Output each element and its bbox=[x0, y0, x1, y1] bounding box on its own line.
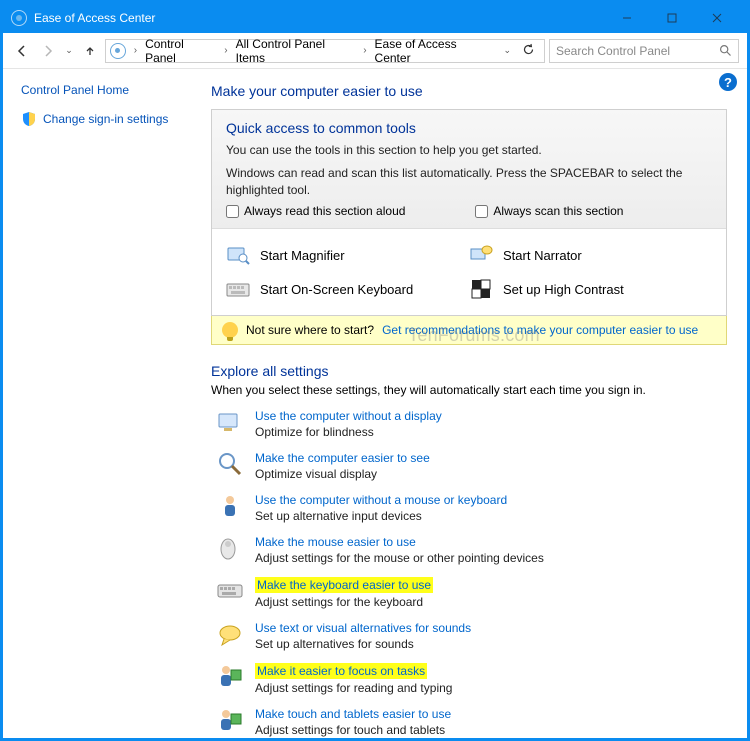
narrator-icon bbox=[469, 243, 493, 267]
nav-toolbar: ⌄ › Control Panel › All Control Panel It… bbox=[3, 33, 747, 69]
page-title: Make your computer easier to use bbox=[211, 83, 727, 99]
settings-item-link[interactable]: Make the computer easier to see bbox=[255, 451, 430, 465]
settings-item-desc: Adjust settings for the keyboard bbox=[255, 595, 433, 609]
settings-item-link[interactable]: Make it easier to focus on tasks bbox=[255, 663, 427, 679]
contrast-icon bbox=[469, 277, 493, 301]
settings-item: Use the computer without a display Optimi… bbox=[211, 407, 727, 439]
search-input[interactable]: Search Control Panel bbox=[549, 39, 739, 63]
window-title: Ease of Access Center bbox=[34, 11, 155, 25]
settings-item-link[interactable]: Use text or visual alternatives for soun… bbox=[255, 621, 471, 635]
quick-title: Quick access to common tools bbox=[226, 120, 712, 136]
chevron-right-icon: › bbox=[130, 45, 141, 56]
settings-item: Make the mouse easier to use Adjust setti… bbox=[211, 533, 727, 565]
settings-item-link[interactable]: Make the mouse easier to use bbox=[255, 535, 416, 549]
sidebar-signin-label: Change sign-in settings bbox=[43, 112, 168, 126]
lightbulb-icon bbox=[222, 322, 238, 338]
breadcrumb[interactable]: › Control Panel › All Control Panel Item… bbox=[105, 39, 545, 63]
settings-item-icon bbox=[215, 705, 245, 735]
tool-narrator-label: Start Narrator bbox=[503, 248, 582, 263]
settings-item-icon bbox=[215, 619, 245, 649]
content: Control Panel Home Change sign-in settin… bbox=[3, 69, 747, 738]
settings-item: Use the computer without a mouse or keyb… bbox=[211, 491, 727, 523]
magnifier-icon bbox=[226, 243, 250, 267]
close-button[interactable] bbox=[694, 3, 739, 33]
quick-access-box: Quick access to common tools You can use… bbox=[211, 109, 727, 316]
quick-line1: You can use the tools in this section to… bbox=[226, 142, 712, 159]
search-icon bbox=[719, 44, 732, 57]
settings-item-icon bbox=[215, 407, 245, 437]
checkbox-read-aloud[interactable] bbox=[226, 205, 239, 218]
settings-item: Make it easier to focus on tasks Adjust s… bbox=[211, 661, 727, 695]
breadcrumb-history-dropdown[interactable]: ⌄ bbox=[499, 45, 515, 56]
settings-item: Make touch and tablets easier to use Adju… bbox=[211, 705, 727, 737]
forward-button[interactable] bbox=[37, 40, 59, 62]
settings-item-desc: Optimize for blindness bbox=[255, 425, 442, 439]
settings-item-link[interactable]: Make the keyboard easier to use bbox=[255, 577, 433, 593]
settings-item-icon bbox=[215, 575, 245, 605]
chevron-right-icon: › bbox=[220, 45, 231, 56]
settings-item-desc: Adjust settings for reading and typing bbox=[255, 681, 452, 695]
settings-item-icon bbox=[215, 491, 245, 521]
maximize-button[interactable] bbox=[649, 3, 694, 33]
refresh-button[interactable] bbox=[517, 43, 540, 59]
settings-item: Use text or visual alternatives for soun… bbox=[211, 619, 727, 651]
sidebar-signin-link[interactable]: Change sign-in settings bbox=[21, 111, 191, 127]
app-icon bbox=[11, 10, 27, 26]
tool-magnifier-label: Start Magnifier bbox=[260, 248, 345, 263]
settings-item-link[interactable]: Make touch and tablets easier to use bbox=[255, 707, 451, 721]
quick-line2: Windows can read and scan this list auto… bbox=[226, 165, 712, 199]
breadcrumb-item[interactable]: All Control Panel Items bbox=[234, 37, 358, 65]
settings-item-desc: Adjust settings for touch and tablets bbox=[255, 723, 451, 737]
check-scan-label: Always scan this section bbox=[493, 204, 623, 218]
minimize-button[interactable] bbox=[604, 3, 649, 33]
search-placeholder: Search Control Panel bbox=[556, 44, 670, 58]
settings-item-icon bbox=[215, 661, 245, 691]
tool-magnifier[interactable]: Start Magnifier bbox=[226, 243, 469, 267]
recent-dropdown[interactable]: ⌄ bbox=[63, 40, 75, 62]
breadcrumb-icon bbox=[110, 43, 126, 59]
settings-list: Use the computer without a display Optimi… bbox=[211, 407, 727, 737]
tool-narrator[interactable]: Start Narrator bbox=[469, 243, 712, 267]
chevron-right-icon: › bbox=[359, 45, 370, 56]
hint-bar: Not sure where to start? Get recommendat… bbox=[211, 316, 727, 345]
tool-contrast[interactable]: Set up High Contrast bbox=[469, 277, 712, 301]
osk-icon bbox=[226, 277, 250, 301]
main-panel: ? Make your computer easier to use Quick… bbox=[201, 69, 747, 738]
settings-item-desc: Set up alternative input devices bbox=[255, 509, 507, 523]
hint-prefix: Not sure where to start? bbox=[246, 323, 374, 337]
checkbox-scan-section[interactable] bbox=[475, 205, 488, 218]
breadcrumb-item[interactable]: Ease of Access Center bbox=[373, 37, 496, 65]
settings-item-icon bbox=[215, 533, 245, 563]
tool-contrast-label: Set up High Contrast bbox=[503, 282, 624, 297]
settings-item: Make the computer easier to see Optimize … bbox=[211, 449, 727, 481]
settings-item-desc: Adjust settings for the mouse or other p… bbox=[255, 551, 544, 565]
check-read-aloud[interactable]: Always read this section aloud bbox=[226, 204, 405, 218]
explore-title: Explore all settings bbox=[211, 363, 727, 379]
check-read-aloud-label: Always read this section aloud bbox=[244, 204, 405, 218]
tool-osk-label: Start On-Screen Keyboard bbox=[260, 282, 413, 297]
settings-item: Make the keyboard easier to use Adjust se… bbox=[211, 575, 727, 609]
shield-icon bbox=[21, 111, 37, 127]
breadcrumb-item[interactable]: Control Panel bbox=[143, 37, 218, 65]
settings-item-link[interactable]: Use the computer without a mouse or keyb… bbox=[255, 493, 507, 507]
hint-link[interactable]: Get recommendations to make your compute… bbox=[382, 323, 698, 337]
explore-sub: When you select these settings, they wil… bbox=[211, 383, 727, 397]
titlebar: Ease of Access Center bbox=[3, 3, 747, 33]
up-button[interactable] bbox=[79, 40, 101, 62]
settings-item-desc: Set up alternatives for sounds bbox=[255, 637, 471, 651]
check-scan-section[interactable]: Always scan this section bbox=[475, 204, 623, 218]
back-button[interactable] bbox=[11, 40, 33, 62]
sidebar-home-link[interactable]: Control Panel Home bbox=[21, 83, 191, 97]
settings-item-link[interactable]: Use the computer without a display bbox=[255, 409, 442, 423]
sidebar: Control Panel Home Change sign-in settin… bbox=[3, 69, 201, 738]
tool-osk[interactable]: Start On-Screen Keyboard bbox=[226, 277, 469, 301]
settings-item-desc: Optimize visual display bbox=[255, 467, 430, 481]
help-button[interactable]: ? bbox=[719, 73, 737, 91]
settings-item-icon bbox=[215, 449, 245, 479]
